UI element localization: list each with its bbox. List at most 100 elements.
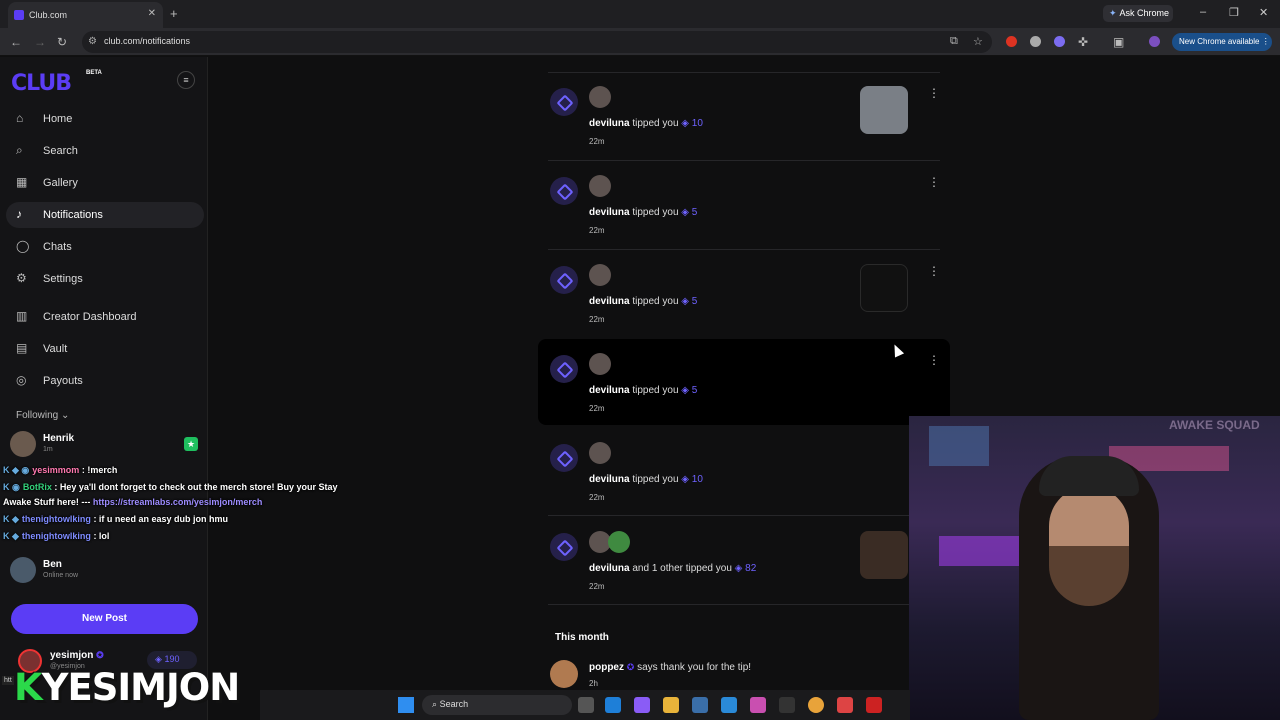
file-explorer-icon[interactable] <box>663 697 679 713</box>
browser-tab[interactable]: Club.com ✕ <box>8 2 163 28</box>
minimize-icon[interactable]: – <box>1200 6 1206 18</box>
chrome-icon[interactable] <box>808 697 824 713</box>
url-field[interactable]: ⚙ club.com/notifications ⧉ ☆ <box>82 31 992 53</box>
more-options-icon[interactable]: ⋮ <box>928 353 940 367</box>
notification-action: tipped you <box>632 296 679 307</box>
notification-text: deviluna and 1 other tipped you ◈ 82 <box>589 563 756 574</box>
extension-icon[interactable] <box>1006 36 1017 47</box>
copilot-icon[interactable] <box>634 697 650 713</box>
more-options-icon[interactable]: ⋮ <box>928 175 940 189</box>
bookmark-star-icon[interactable]: ☆ <box>973 35 983 48</box>
office-icon[interactable] <box>750 697 766 713</box>
club-logo[interactable]: CLUB <box>11 71 72 96</box>
nav-chats[interactable]: ◯ Chats <box>6 234 204 260</box>
notification-item[interactable]: deviluna tipped you ◈ 10 22m <box>538 428 950 514</box>
nav-creator-dashboard[interactable]: ▥ Creator Dashboard <box>6 304 204 330</box>
tip-coin-icon <box>550 444 578 472</box>
menu-icon[interactable]: ≡ <box>177 71 195 89</box>
app-icon[interactable] <box>779 697 795 713</box>
notification-action: tipped you <box>632 207 679 218</box>
following-user-henrik[interactable]: Henrik 1m <box>10 431 200 461</box>
chat-icon: ◯ <box>16 239 30 253</box>
notification-item[interactable]: deviluna tipped you ◈ 5 22m ⋮ <box>538 250 950 336</box>
task-view-icon[interactable] <box>578 697 594 713</box>
notification-text: deviluna tipped you ◈ 10 <box>589 474 703 485</box>
post-thumbnail[interactable] <box>860 264 908 312</box>
notification-item[interactable]: deviluna tipped you ◈ 10 22m ⋮ <box>538 72 950 158</box>
extension-icon[interactable] <box>1054 36 1065 47</box>
notification-item[interactable]: deviluna tipped you ◈ 5 22m ⋮ <box>538 161 950 247</box>
extensions-puzzle-icon[interactable]: ✜ <box>1078 35 1088 49</box>
store-icon[interactable] <box>692 697 708 713</box>
forward-icon[interactable]: → <box>34 35 46 49</box>
notification-time: 22m <box>589 404 605 413</box>
app-icon[interactable] <box>866 697 882 713</box>
avatar[interactable] <box>589 175 611 197</box>
install-icon[interactable]: ⧉ <box>950 35 958 48</box>
new-tab-button[interactable]: + <box>170 6 178 21</box>
edge-icon[interactable] <box>605 697 621 713</box>
close-window-icon[interactable]: ✕ <box>1259 6 1268 19</box>
notification-user[interactable]: deviluna <box>589 207 630 218</box>
notification-user[interactable]: deviluna <box>589 385 630 396</box>
tip-amount: 5 <box>691 207 698 218</box>
nav-label: Creator Dashboard <box>43 311 137 323</box>
avatar[interactable] <box>589 86 611 108</box>
close-tab-icon[interactable]: ✕ <box>148 8 156 19</box>
avatar[interactable] <box>589 264 611 286</box>
ask-chrome-button[interactable]: ✦ Ask Chrome <box>1103 5 1173 22</box>
post-thumbnail[interactable] <box>860 86 908 134</box>
nav-payouts[interactable]: ◎ Payouts <box>6 368 204 394</box>
reload-icon[interactable]: ↻ <box>57 35 67 49</box>
notification-user[interactable]: deviluna <box>589 563 630 574</box>
following-label: Following <box>16 410 59 421</box>
extension-icon[interactable] <box>1030 36 1041 47</box>
notification-user[interactable]: poppez <box>589 662 624 673</box>
avatar[interactable] <box>589 442 611 464</box>
more-options-icon[interactable]: ⋮ <box>928 86 940 100</box>
windows-start-icon[interactable] <box>398 697 414 713</box>
nav-vault[interactable]: ▤ Vault <box>6 336 204 362</box>
notification-user[interactable]: deviluna <box>589 474 630 485</box>
nav-search[interactable]: ⌕ Search <box>6 138 204 164</box>
mail-icon[interactable] <box>721 697 737 713</box>
token-icon: ◈ <box>681 474 689 485</box>
avatar[interactable] <box>589 353 611 375</box>
app-icon[interactable] <box>837 697 853 713</box>
balance-value: 190 <box>164 654 180 664</box>
my-name[interactable]: yesimjon ✪ <box>50 650 104 661</box>
side-panel-icon[interactable]: ▣ <box>1113 35 1124 49</box>
notification-item[interactable]: deviluna tipped you ◈ 5 22m ⋮ <box>538 339 950 425</box>
wall-sign: AWAKE SQUAD <box>1169 418 1260 432</box>
notification-user[interactable]: deviluna <box>589 118 630 129</box>
new-post-button[interactable]: New Post <box>11 604 198 634</box>
taskbar-search[interactable]: ⌕ Search <box>422 695 572 715</box>
profile-avatar[interactable] <box>1149 36 1160 47</box>
notification-item[interactable]: deviluna and 1 other tipped you ◈ 82 22m <box>538 517 950 603</box>
tip-coin-icon <box>550 355 578 383</box>
status-link-text: htt <box>2 676 14 685</box>
section-heading-this-month: This month <box>555 632 609 643</box>
avatar[interactable] <box>608 531 630 553</box>
more-options-icon[interactable]: ⋮ <box>928 264 940 278</box>
chat-user: BotRix <box>22 482 52 492</box>
chat-line: K ◆ thenightowlking : if u need an easy d… <box>3 514 228 525</box>
nav-settings[interactable]: ⚙ Settings <box>6 266 204 292</box>
restore-icon[interactable]: ❐ <box>1229 6 1239 19</box>
nav-label: Payouts <box>43 375 83 387</box>
nav-home[interactable]: ⌂ Home <box>6 106 204 132</box>
chat-user: thenightowlking <box>21 514 91 524</box>
merch-link[interactable]: https://streamlabs.com/yesimjon/merch <box>93 497 263 507</box>
new-chrome-available-button[interactable]: New Chrome available ⋮ <box>1172 33 1272 51</box>
following-user-ben[interactable]: Ben Online now <box>10 557 200 587</box>
following-toggle[interactable]: Following ⌄ <box>16 410 69 421</box>
avatar[interactable] <box>550 660 578 688</box>
notification-user[interactable]: deviluna <box>589 296 630 307</box>
back-icon[interactable]: ← <box>10 35 22 49</box>
post-thumbnail[interactable] <box>860 531 908 579</box>
nav-gallery[interactable]: ▦ Gallery <box>6 170 204 196</box>
site-info-icon[interactable]: ⚙ <box>88 36 97 47</box>
nav-notifications[interactable]: ♪ Notifications <box>6 202 204 228</box>
browser-tab-bar: Club.com ✕ + ✦ Ask Chrome – ❐ ✕ <box>0 0 1280 28</box>
sparkle-icon: ✦ <box>1109 8 1117 18</box>
